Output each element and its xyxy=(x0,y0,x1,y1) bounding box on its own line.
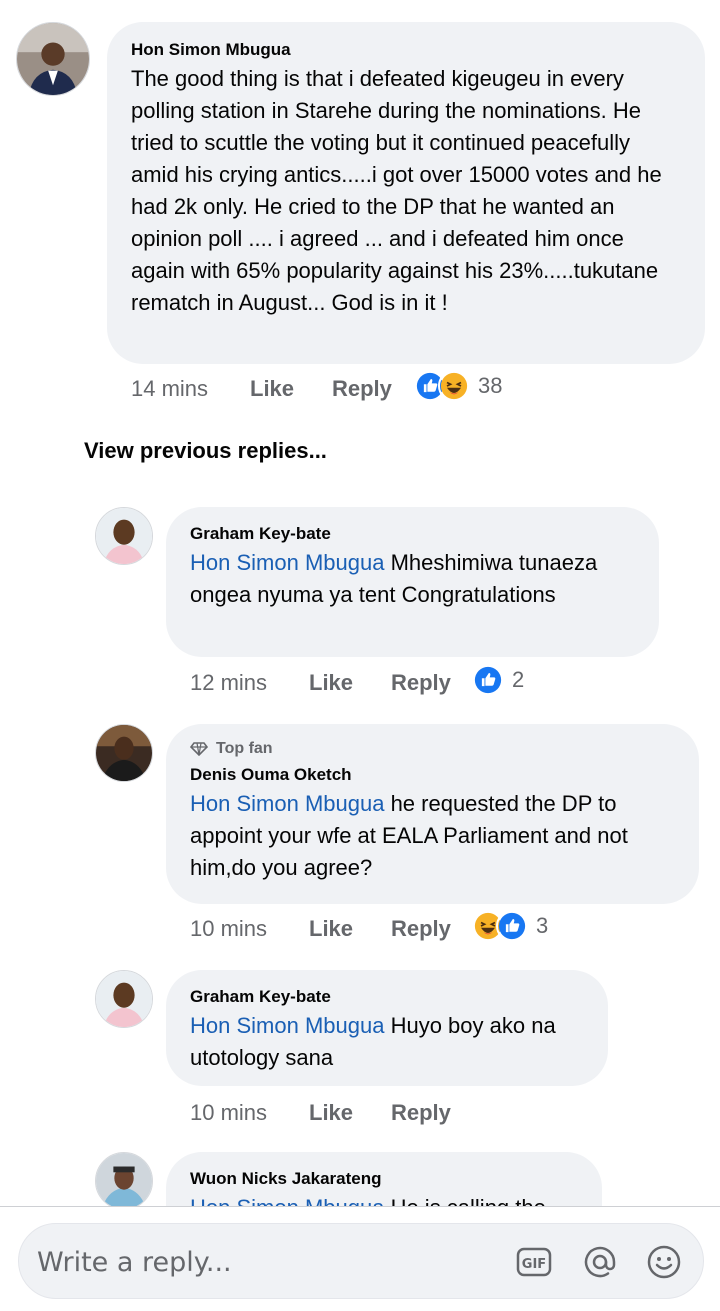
reaction-summary[interactable]: 38 xyxy=(414,370,502,402)
reply-composer: GIF xyxy=(0,1206,720,1311)
avatar[interactable] xyxy=(95,970,153,1028)
reply-bubble: Graham Key-bate Hon Simon Mbugua Mheshim… xyxy=(166,507,659,657)
mention-link[interactable]: Hon Simon Mbugua xyxy=(190,791,384,816)
haha-reaction-icon xyxy=(438,370,470,402)
reaction-summary[interactable]: 2 xyxy=(472,664,524,696)
avatar[interactable] xyxy=(95,1152,153,1206)
avatar[interactable] xyxy=(95,507,153,565)
reaction-summary[interactable]: 3 xyxy=(472,910,548,942)
badge-label: Top fan xyxy=(216,740,273,757)
reply-actions: 10 mins Like Reply xyxy=(190,1100,451,1126)
comments-feed: Hon Simon Mbugua The good thing is that … xyxy=(0,0,720,1206)
reply-bubble: Graham Key-bate Hon Simon Mbugua Huyo bo… xyxy=(166,970,608,1086)
reaction-count: 3 xyxy=(536,913,549,938)
reply-text: Hon Simon Mbugua he requested the DP to … xyxy=(190,788,675,884)
reaction-count: 2 xyxy=(512,667,525,692)
timestamp[interactable]: 14 mins xyxy=(131,376,250,402)
like-button[interactable]: Like xyxy=(309,1100,391,1126)
comment-bubble: Hon Simon Mbugua The good thing is that … xyxy=(107,22,705,364)
like-reaction-icon xyxy=(496,910,528,942)
comment-actions: 14 mins Like Reply xyxy=(131,376,392,402)
top-fan-badge: Top fan xyxy=(190,738,675,760)
profile-photo-icon xyxy=(17,23,89,95)
like-reaction-icon xyxy=(472,664,504,696)
like-button[interactable]: Like xyxy=(309,916,391,942)
mention-link[interactable]: Hon Simon Mbugua xyxy=(190,550,384,575)
reply-actions: 12 mins Like Reply xyxy=(190,670,451,696)
timestamp[interactable]: 10 mins xyxy=(190,916,309,942)
reply-text: Hon Simon Mbugua Mheshimiwa tunaeza onge… xyxy=(190,547,635,611)
reply-text: Hon Simon Mbugua He is calling the xyxy=(190,1192,578,1206)
emoji-icon[interactable] xyxy=(646,1244,682,1280)
author-name[interactable]: Wuon Nicks Jakarateng xyxy=(190,1168,578,1190)
author-name[interactable]: Graham Key-bate xyxy=(190,986,584,1008)
gif-icon[interactable]: GIF xyxy=(516,1244,552,1280)
reaction-count: 38 xyxy=(478,373,503,398)
reply-body: He is calling the xyxy=(384,1195,546,1206)
reply-field[interactable]: GIF xyxy=(18,1223,704,1299)
reply-bubble: Wuon Nicks Jakarateng Hon Simon Mbugua H… xyxy=(166,1152,602,1206)
reply-button[interactable]: Reply xyxy=(391,916,451,942)
diamond-icon xyxy=(190,742,208,756)
avatar[interactable] xyxy=(95,724,153,782)
reply-button[interactable]: Reply xyxy=(332,376,392,402)
profile-photo-icon xyxy=(96,971,152,1027)
timestamp[interactable]: 10 mins xyxy=(190,1100,309,1126)
reply-text: Hon Simon Mbugua Huyo boy ako na utotolo… xyxy=(190,1010,584,1074)
author-name[interactable]: Denis Ouma Oketch xyxy=(190,764,675,786)
reply-button[interactable]: Reply xyxy=(391,670,451,696)
timestamp[interactable]: 12 mins xyxy=(190,670,309,696)
profile-photo-icon xyxy=(96,508,152,564)
avatar[interactable] xyxy=(16,22,90,96)
reply-input[interactable] xyxy=(37,1242,477,1282)
like-button[interactable]: Like xyxy=(309,670,391,696)
reply-actions: 10 mins Like Reply xyxy=(190,916,451,942)
profile-photo-icon xyxy=(96,725,152,781)
like-button[interactable]: Like xyxy=(250,376,332,402)
view-previous-replies-link[interactable]: View previous replies... xyxy=(84,438,327,464)
reply-button[interactable]: Reply xyxy=(391,1100,451,1126)
reply-bubble: Top fan Denis Ouma Oketch Hon Simon Mbug… xyxy=(166,724,699,904)
author-name[interactable]: Hon Simon Mbugua xyxy=(131,39,681,61)
author-name[interactable]: Graham Key-bate xyxy=(190,523,635,545)
mention-link[interactable]: Hon Simon Mbugua xyxy=(190,1195,384,1206)
at-mention-icon[interactable] xyxy=(582,1244,618,1280)
comment-text: The good thing is that i defeated kigeug… xyxy=(131,66,662,315)
profile-photo-icon xyxy=(96,1153,152,1206)
svg-text:GIF: GIF xyxy=(522,1257,546,1272)
mention-link[interactable]: Hon Simon Mbugua xyxy=(190,1013,384,1038)
